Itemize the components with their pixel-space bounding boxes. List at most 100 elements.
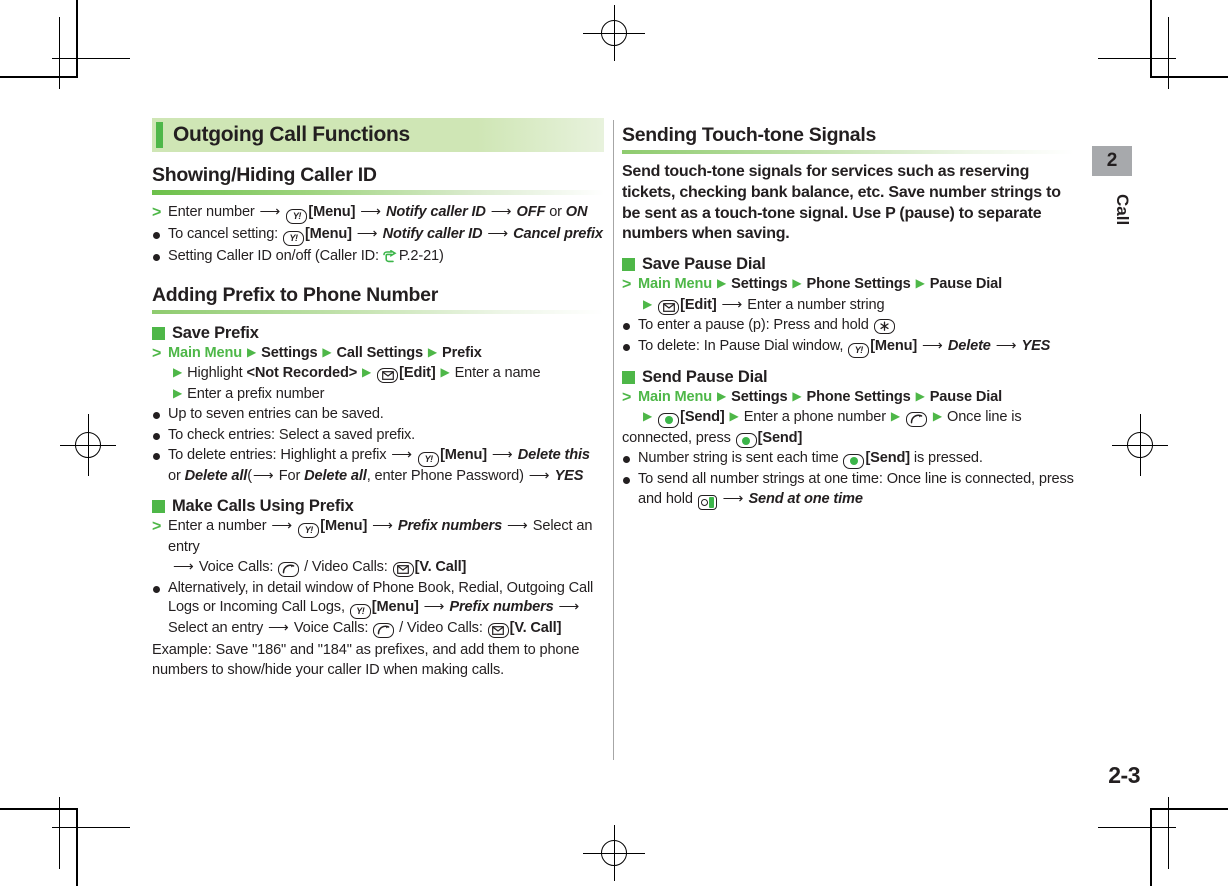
action-hold: hold — [665, 490, 693, 507]
label-video-calls: / Video Calls: — [399, 620, 483, 637]
arrow-icon: ⟶ — [173, 559, 194, 576]
intro-paragraph: Send touch-tone signals for services suc… — [622, 163, 1061, 243]
mail-key-icon — [392, 562, 414, 578]
subheading-send-pause-dial: Send Pause Dial — [622, 368, 1074, 387]
action-select-an: Select an — [168, 620, 228, 637]
crop-mark-bl-h — [0, 808, 78, 810]
trim-mark-tl-v — [59, 17, 60, 89]
right-column: Sending Touch-tone Signals Send touch-to… — [622, 118, 1074, 511]
note-text: To delete entries: Highlight a prefix — [168, 447, 387, 464]
bullet-icon — [623, 477, 630, 485]
subheading-label: Save Pause Dial — [642, 255, 766, 274]
note-text: Number string is sent each time — [638, 450, 839, 467]
step-send-pause-actions: ▶ [Send] ▶ Enter a phone number ▶ ▶ Once… — [622, 408, 1074, 428]
note-text: Setting Caller ID on/off (Caller ID: — [168, 248, 379, 264]
menu-item-delete: Delete — [947, 337, 991, 354]
confirm-yes: YES — [1021, 337, 1051, 354]
menu-settings: Settings — [261, 344, 318, 361]
action-highlight: Highlight — [187, 365, 243, 382]
note-alternative-method: Alternatively, in detail window of Phone… — [152, 579, 604, 639]
menu-item-delete-this: Delete this — [517, 447, 590, 464]
edit-label: [Edit] — [399, 365, 436, 382]
square-bullet-icon — [152, 499, 165, 513]
note-max-entries: Up to seven entries can be saved. — [152, 405, 604, 425]
pointing-hand-icon — [383, 249, 398, 270]
menu-item-notify-caller-id: Notify caller ID — [382, 226, 483, 242]
action-enter-number: Enter a number — [168, 517, 267, 534]
menu-pause-dial: Pause Dial — [929, 388, 1003, 405]
star-key-icon — [873, 319, 895, 335]
left-column: Outgoing Call Functions Showing/Hiding C… — [152, 118, 604, 681]
triangle-icon: ▶ — [173, 385, 183, 400]
subheading-save-pause-dial: Save Pause Dial — [622, 255, 1074, 274]
arrow-icon: ⟶ — [922, 337, 943, 354]
chapter-tab-label: Call — [1113, 194, 1132, 226]
menu-item-notify-caller-id: Notify caller ID — [386, 204, 486, 220]
v-call-label: [V. Call] — [414, 559, 467, 576]
menu-root-main-menu: Main Menu — [638, 276, 713, 293]
menu-call-settings: Call Settings — [336, 344, 424, 361]
bullet-icon — [153, 585, 160, 593]
crop-mark-bl-v — [76, 808, 78, 886]
arrow-icon: ⟶ — [528, 468, 550, 485]
note-number-string-sent: Number string is sent each time [Send] i… — [622, 449, 1074, 469]
step-arrow-icon: > — [152, 344, 162, 362]
bullet-icon — [623, 343, 630, 351]
trim-mark-br-v — [1168, 797, 1169, 869]
arrow-icon: ⟶ — [252, 468, 274, 485]
triangle-icon: ▶ — [716, 276, 727, 291]
action-connected-press: connected, press — [622, 429, 731, 446]
send-label: [Send] — [757, 429, 803, 446]
crop-mark-tl-h — [0, 76, 78, 78]
menu-item-prefix-numbers: Prefix numbers — [397, 517, 503, 534]
square-bullet-icon — [152, 326, 165, 340]
action-enter-name: Enter a name — [454, 365, 541, 382]
note-delete-entries: To delete entries: Highlight a prefix ⟶ … — [152, 446, 604, 487]
conjunction-or: or — [168, 468, 181, 485]
menu-item-delete-all: Delete all — [184, 468, 248, 485]
yk-menu-key-icon: Y! — [349, 604, 371, 620]
yk-menu-key-icon: Y! — [282, 231, 304, 246]
bullet-icon — [153, 453, 160, 461]
triangle-icon: ▶ — [729, 409, 739, 424]
triangle-icon: ▶ — [362, 365, 372, 380]
send-key-icon — [843, 453, 865, 469]
menu-label: [Menu] — [440, 447, 488, 464]
crop-mark-br-v — [1150, 808, 1152, 886]
menu-item-delete-all-2: Delete all — [304, 468, 367, 485]
heading-sending-touch-tone: Sending Touch-tone Signals — [622, 124, 877, 146]
mail-key-icon — [377, 368, 399, 384]
column-divider — [613, 120, 614, 760]
arrow-icon: ⟶ — [721, 296, 743, 313]
menu-pause-dial: Pause Dial — [929, 276, 1003, 293]
trim-mark-tr-h — [1098, 58, 1176, 59]
trim-mark-bl-h — [52, 827, 130, 828]
arrow-icon: ⟶ — [423, 599, 445, 616]
note-text: To enter a pause (p): Press and hold — [638, 317, 869, 334]
trim-mark-br-h — [1098, 827, 1176, 828]
v-call-label: [V. Call] — [509, 620, 562, 637]
option-on: ON — [565, 204, 588, 220]
note-check-entries: To check entries: Select a saved prefix. — [152, 426, 604, 446]
value-not-recorded: <Not Recorded> — [246, 365, 358, 382]
step-make-call-types: ⟶ Voice Calls: / Video Calls: [V. Call] — [152, 558, 604, 578]
send-label: [Send] — [680, 409, 725, 426]
yk-menu-key-icon: Y! — [418, 452, 440, 468]
triangle-icon: ▶ — [932, 409, 943, 424]
send-key-icon — [658, 412, 680, 428]
menu-phone-settings: Phone Settings — [806, 276, 911, 293]
call-key-icon — [373, 622, 395, 638]
note-text-tail: , enter Phone Password) — [366, 468, 524, 485]
yk-menu-key-icon: Y! — [298, 522, 320, 538]
note-send-all-strings: To send all number strings at one time: … — [622, 470, 1074, 510]
action-once-line-is: Once line is — [947, 409, 1022, 426]
step-arrow-icon: > — [622, 388, 632, 406]
note-cancel-setting: To cancel setting: Y! [Menu] ⟶ Notify cal… — [152, 225, 604, 246]
call-key-icon — [905, 411, 927, 427]
arrow-icon: ⟶ — [722, 490, 744, 507]
crop-mark-tl-v — [76, 0, 78, 78]
step-arrow-icon: > — [622, 276, 632, 294]
step-send-pause-continued: connected, press [Send] — [622, 429, 1074, 449]
triangle-icon: ▶ — [643, 296, 653, 311]
triangle-icon: ▶ — [643, 409, 653, 424]
